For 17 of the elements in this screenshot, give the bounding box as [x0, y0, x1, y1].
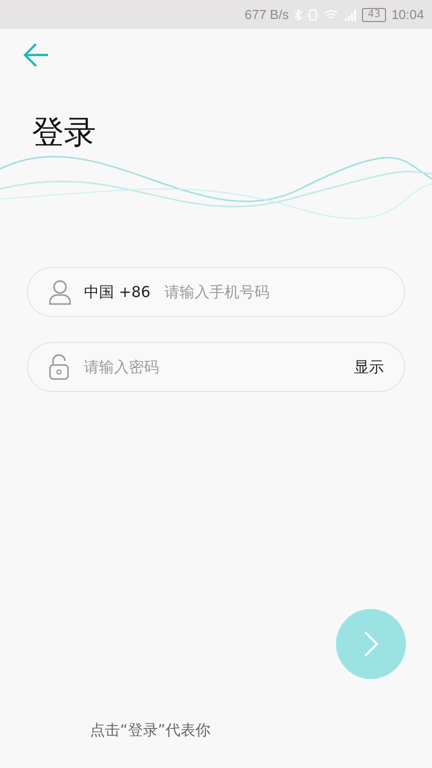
bluetooth-icon	[294, 8, 302, 20]
signal-icon	[342, 8, 357, 20]
network-speed: 677 B/s	[244, 7, 289, 22]
vibrate-icon	[306, 8, 319, 20]
wifi-icon	[324, 8, 338, 20]
back-arrow-icon	[22, 41, 50, 69]
show-password-button[interactable]: 显示	[354, 358, 384, 376]
country-code[interactable]: 中国 +86	[84, 282, 150, 302]
user-icon	[48, 279, 72, 305]
phone-number-input[interactable]: 请输入手机号码	[164, 283, 384, 301]
chevron-right-icon	[362, 629, 380, 659]
password-input[interactable]: 请输入密码	[84, 358, 342, 376]
lock-icon	[48, 354, 70, 380]
page-title: 登录	[32, 112, 97, 153]
battery-indicator: 43	[362, 8, 386, 22]
clock: 10:04	[391, 7, 424, 22]
terms-notice: 点击“登录”代表你	[90, 721, 212, 740]
